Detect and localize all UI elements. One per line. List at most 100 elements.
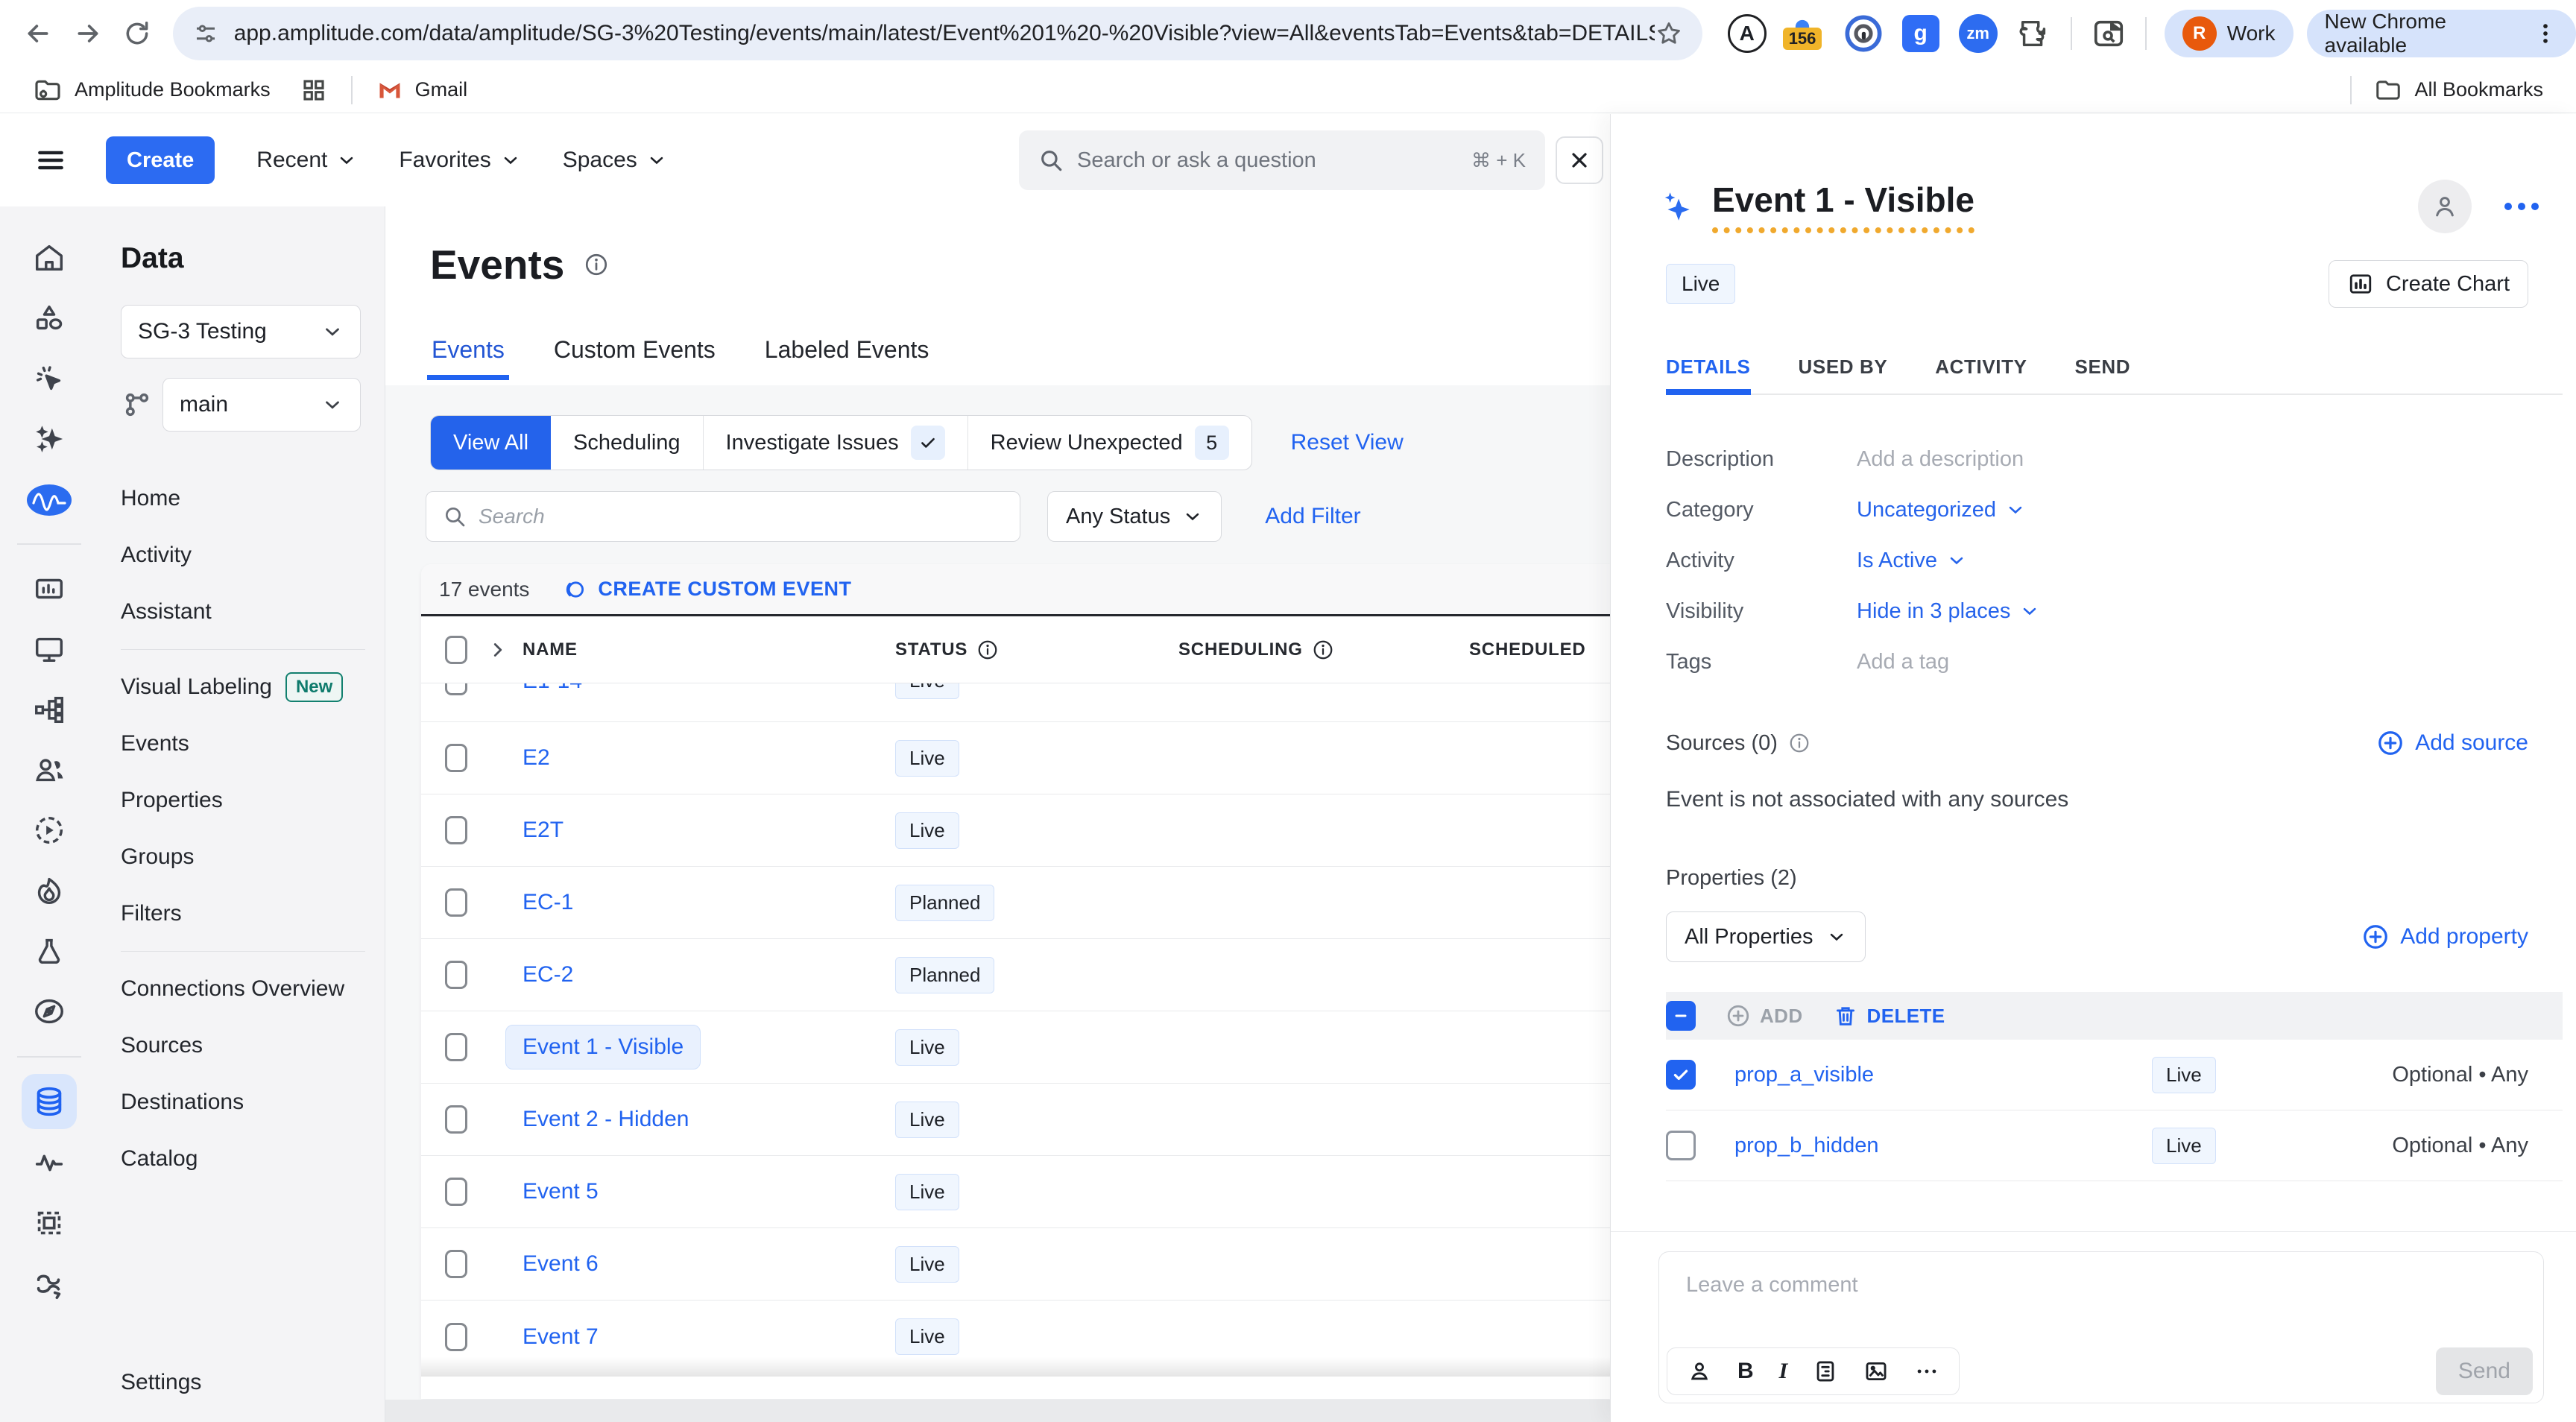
row-checkbox[interactable]: [445, 744, 467, 772]
more-menu-icon[interactable]: [2504, 203, 2539, 210]
menu-spaces[interactable]: Spaces: [563, 148, 667, 173]
bulk-select-checkbox[interactable]: [1666, 1001, 1696, 1031]
event-name-link[interactable]: E2T: [523, 818, 564, 843]
add-property-button[interactable]: Add property: [2361, 923, 2528, 951]
table-row[interactable]: E2 Live: [421, 722, 1610, 794]
property-name-link[interactable]: prop_b_hidden: [1734, 1134, 2152, 1158]
session-replay-icon[interactable]: [31, 812, 68, 849]
table-row[interactable]: EC-2 Planned: [421, 939, 1610, 1011]
apps-grid-icon[interactable]: [300, 77, 327, 104]
create-custom-event-link[interactable]: CREATE CUSTOM EVENT: [562, 577, 851, 602]
panel-tab-details[interactable]: DETAILS: [1666, 356, 1751, 394]
bulk-add-button[interactable]: ADD: [1726, 1003, 1803, 1028]
event-name-link[interactable]: Event 2 - Hidden: [523, 1107, 689, 1132]
sidebar-item-connections-overview[interactable]: Connections Overview: [121, 961, 365, 1017]
amplitude-logo-icon[interactable]: [25, 481, 74, 519]
hamburger-menu-icon[interactable]: [34, 144, 67, 177]
sparkles-icon[interactable]: [31, 420, 68, 458]
tags-placeholder[interactable]: Add a tag: [1857, 650, 1949, 674]
table-row[interactable]: Event 2 - Hidden Live: [421, 1084, 1610, 1156]
create-chart-button[interactable]: Create Chart: [2329, 260, 2528, 308]
property-checkbox-checked[interactable]: [1666, 1060, 1696, 1090]
property-row[interactable]: prop_b_hidden Live Optional • Any: [1666, 1110, 2563, 1181]
sidebar-item-catalog[interactable]: Catalog: [121, 1131, 365, 1187]
expand-all-icon[interactable]: [487, 639, 523, 661]
all-bookmarks[interactable]: All Bookmarks: [2374, 76, 2543, 104]
click-cursor-icon[interactable]: [31, 360, 68, 397]
row-checkbox[interactable]: [445, 683, 467, 695]
home-icon[interactable]: [31, 239, 68, 276]
italic-icon[interactable]: I: [1779, 1359, 1788, 1384]
row-checkbox[interactable]: [445, 1105, 467, 1134]
panel-tab-send[interactable]: SEND: [2075, 356, 2131, 394]
row-checkbox[interactable]: [445, 1250, 467, 1278]
event-name-link[interactable]: E2: [523, 745, 550, 771]
template-icon[interactable]: [1813, 1359, 1838, 1384]
sidebar-item-settings[interactable]: Settings: [121, 1370, 201, 1395]
event-name-link[interactable]: E1-14: [523, 683, 582, 694]
menu-recent[interactable]: Recent: [256, 148, 357, 173]
event-name-link[interactable]: Event 6: [523, 1251, 599, 1277]
bold-icon[interactable]: B: [1737, 1359, 1754, 1384]
add-source-button[interactable]: Add source: [2376, 729, 2528, 757]
bookmark-folder-amplitude[interactable]: Amplitude Bookmarks: [33, 75, 271, 105]
column-scheduling[interactable]: SCHEDULING: [1178, 639, 1303, 660]
close-search-button[interactable]: [1556, 136, 1603, 184]
info-icon[interactable]: [976, 639, 999, 661]
signals-pulse-icon[interactable]: [31, 1144, 68, 1181]
journeys-icon[interactable]: [31, 1265, 68, 1302]
event-name-link[interactable]: EC-1: [523, 890, 573, 915]
dashboard-chart-icon[interactable]: [31, 570, 68, 607]
reload-icon[interactable]: [113, 7, 162, 60]
info-icon[interactable]: [1312, 639, 1334, 661]
row-checkbox[interactable]: [445, 961, 467, 989]
data-section-active[interactable]: [22, 1074, 77, 1129]
property-name-link[interactable]: prop_a_visible: [1734, 1063, 2152, 1087]
monitor-icon[interactable]: [31, 631, 68, 668]
adblock-extension-icon[interactable]: 156: [1786, 14, 1825, 53]
tab-search-icon[interactable]: [2092, 16, 2126, 51]
table-row[interactable]: E2T Live: [421, 794, 1610, 867]
investigate-issues-tab[interactable]: Investigate Issues: [704, 416, 968, 470]
sidebar-item-destinations[interactable]: Destinations: [121, 1074, 365, 1131]
row-checkbox[interactable]: [445, 888, 467, 917]
more-tools-icon[interactable]: [1914, 1359, 1939, 1384]
send-button[interactable]: Send: [2436, 1347, 2533, 1395]
sidebar-item-visual-labeling[interactable]: Visual Labeling New: [121, 659, 365, 715]
extension-a-icon[interactable]: A: [1728, 14, 1767, 53]
discover-compass-icon[interactable]: [31, 993, 68, 1030]
panel-tab-activity[interactable]: ACTIVITY: [1935, 356, 2027, 394]
sidebar-item-assistant[interactable]: Assistant: [121, 584, 365, 640]
sidebar-item-properties[interactable]: Properties: [121, 772, 365, 829]
chrome-update-pill[interactable]: New Chrome available: [2307, 10, 2576, 57]
shapes-icon[interactable]: [31, 300, 68, 337]
reset-view-link[interactable]: Reset View: [1291, 430, 1404, 455]
row-checkbox[interactable]: [445, 1323, 467, 1351]
password-extension-icon[interactable]: [1844, 14, 1883, 53]
property-row[interactable]: prop_a_visible Live Optional • Any: [1666, 1040, 2563, 1110]
create-button[interactable]: Create: [106, 136, 215, 184]
users-icon[interactable]: [31, 751, 68, 789]
assignee-avatar[interactable]: [2418, 180, 2472, 233]
tab-labeled-events[interactable]: Labeled Events: [765, 336, 929, 380]
kebab-menu-icon[interactable]: [2533, 21, 2558, 46]
experiment-flask-icon[interactable]: [31, 932, 68, 970]
row-checkbox[interactable]: [445, 1178, 467, 1206]
comment-composer[interactable]: Leave a comment B I Send: [1658, 1251, 2544, 1403]
sidebar-item-activity[interactable]: Activity: [121, 527, 365, 584]
row-checkbox[interactable]: [445, 816, 467, 844]
flowchart-icon[interactable]: [31, 691, 68, 728]
description-placeholder[interactable]: Add a description: [1857, 447, 2024, 472]
table-search-input[interactable]: Search: [426, 491, 1020, 542]
table-row[interactable]: EC-1 Planned: [421, 867, 1610, 939]
tab-custom-events[interactable]: Custom Events: [554, 336, 716, 380]
sidebar-item-groups[interactable]: Groups: [121, 829, 365, 885]
sidebar-item-filters[interactable]: Filters: [121, 885, 365, 942]
bulk-delete-button[interactable]: DELETE: [1833, 1003, 1945, 1028]
panel-title[interactable]: Event 1 - Visible: [1712, 180, 1974, 233]
table-row-selected[interactable]: Event 1 - Visible Live: [421, 1011, 1610, 1084]
tab-events[interactable]: Events: [432, 336, 505, 380]
event-name-link[interactable]: EC-2: [523, 962, 573, 987]
visibility-dropdown[interactable]: Hide in 3 places: [1857, 599, 2040, 624]
menu-favorites[interactable]: Favorites: [399, 148, 520, 173]
